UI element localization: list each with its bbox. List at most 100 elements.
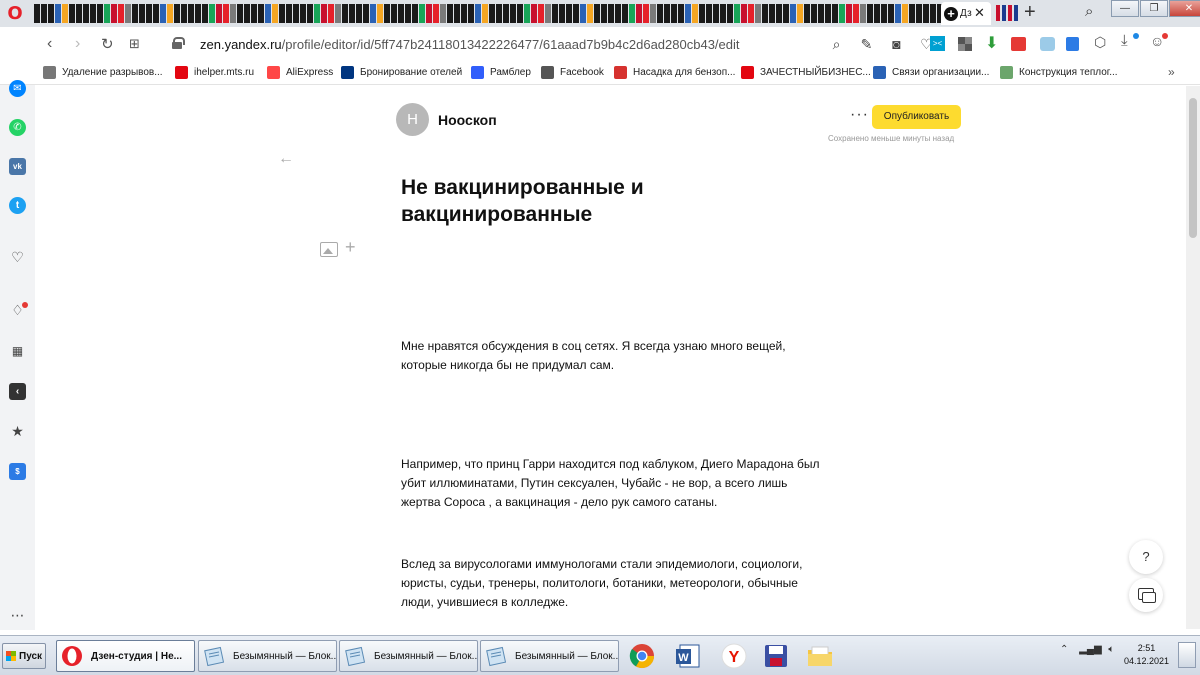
tab-favicon[interactable] <box>762 4 768 23</box>
tab-close-icon[interactable]: ✕ <box>974 5 985 21</box>
volume-icon[interactable]: 🔈︎ <box>1108 644 1114 655</box>
tab-favicon[interactable] <box>293 4 299 23</box>
taskbar-item[interactable]: Безымянный — Блок... <box>198 640 337 672</box>
yandex-browser-icon[interactable]: Y <box>720 642 748 670</box>
tab-favicon[interactable] <box>370 4 376 23</box>
tab-favicon[interactable] <box>909 4 915 23</box>
tab-favicons-extra[interactable] <box>996 5 1020 21</box>
network-icon[interactable]: ▂▄▆ <box>1079 644 1101 655</box>
tab-favicon[interactable] <box>62 4 68 23</box>
tab-favicon[interactable] <box>202 4 208 23</box>
tab-favicon[interactable] <box>741 4 747 23</box>
tab-favicon[interactable] <box>412 4 418 23</box>
tab-favicon[interactable] <box>209 4 215 23</box>
tab-favicon[interactable] <box>846 4 852 23</box>
article-title[interactable]: Не вакцинированные и вакцинированные <box>401 174 721 228</box>
tab-favicon[interactable] <box>727 4 733 23</box>
tab-favicon[interactable] <box>790 4 796 23</box>
tab-favicon[interactable] <box>545 4 551 23</box>
tab-favicon[interactable] <box>251 4 257 23</box>
bookmark-item[interactable]: Связи организации... <box>873 66 989 79</box>
tab-favicon[interactable] <box>811 4 817 23</box>
tab-favicon[interactable] <box>90 4 96 23</box>
tab-favicon[interactable] <box>734 4 740 23</box>
edit-icon[interactable]: ✎ <box>858 36 875 53</box>
search-icon[interactable]: ⌕ <box>828 36 845 53</box>
tab-favicon[interactable] <box>279 4 285 23</box>
tab-favicon[interactable] <box>706 4 712 23</box>
tab-favicon[interactable] <box>503 4 509 23</box>
tab-favicon[interactable] <box>48 4 54 23</box>
tab-favicon[interactable] <box>342 4 348 23</box>
tab-favicon[interactable] <box>139 4 145 23</box>
downloads-icon[interactable]: ⤓ <box>1121 32 1128 49</box>
tab-favicon[interactable] <box>482 4 488 23</box>
tab-favicon[interactable] <box>391 4 397 23</box>
tab-favicon[interactable] <box>839 4 845 23</box>
tab-favicon[interactable] <box>748 4 754 23</box>
tab-favicon[interactable] <box>685 4 691 23</box>
bookmark-item[interactable]: Удаление разрывов... <box>43 66 163 79</box>
tab-favicon[interactable] <box>881 4 887 23</box>
tab-favicon[interactable] <box>797 4 803 23</box>
back-icon[interactable]: ‹ <box>47 35 52 53</box>
tab-favicon[interactable] <box>216 4 222 23</box>
tab-favicon[interactable] <box>678 4 684 23</box>
word-icon[interactable]: W <box>674 642 702 670</box>
page-scrollbar[interactable] <box>1186 86 1200 629</box>
tab-favicon[interactable] <box>419 4 425 23</box>
lock-icon[interactable] <box>172 37 185 49</box>
tab-favicon[interactable] <box>300 4 306 23</box>
tab-search-icon[interactable]: ⌕ <box>1085 3 1093 20</box>
bookmark-item[interactable]: Facebook <box>541 66 604 79</box>
insert-image-icon[interactable] <box>320 242 338 257</box>
vpn-sidebar-icon[interactable]: $ <box>9 463 26 480</box>
add-block-icon[interactable]: + <box>345 237 356 258</box>
tab-favicon[interactable] <box>181 4 187 23</box>
tab-favicon[interactable] <box>566 4 572 23</box>
tray-expand-icon[interactable]: ⌃ <box>1060 644 1068 655</box>
forward-icon[interactable]: › <box>75 35 80 53</box>
close-window-button[interactable]: ✕ <box>1169 0 1200 17</box>
tab-favicon[interactable] <box>447 4 453 23</box>
tab-favicon[interactable] <box>97 4 103 23</box>
adblock-extension-icon[interactable] <box>1011 37 1026 51</box>
tab-favicons-strip[interactable] <box>34 4 949 23</box>
tab-favicon[interactable] <box>874 4 880 23</box>
tab-favicon[interactable] <box>167 4 173 23</box>
channel-avatar[interactable]: Н <box>396 103 429 136</box>
tab-favicon[interactable] <box>657 4 663 23</box>
tab-favicon[interactable] <box>83 4 89 23</box>
tab-favicon[interactable] <box>104 4 110 23</box>
tab-favicon[interactable] <box>398 4 404 23</box>
tab-favicon[interactable] <box>286 4 292 23</box>
tab-favicon[interactable] <box>321 4 327 23</box>
tab-favicon[interactable] <box>475 4 481 23</box>
bookmark-item[interactable]: Насадка для бензоп... <box>614 66 735 79</box>
scrollbar-thumb[interactable] <box>1189 98 1197 238</box>
reload-icon[interactable]: ↻ <box>101 35 114 53</box>
bookmark-item[interactable]: Рамблер <box>471 66 531 79</box>
taskbar-item[interactable]: Безымянный — Блок... <box>480 640 619 672</box>
tab-favicon[interactable] <box>356 4 362 23</box>
tab-favicon[interactable] <box>860 4 866 23</box>
vpn-extension-icon[interactable] <box>1066 37 1079 51</box>
tab-favicon[interactable] <box>426 4 432 23</box>
tab-favicon[interactable] <box>307 4 313 23</box>
opera-menu-button[interactable]: O <box>0 0 30 27</box>
tab-favicon[interactable] <box>468 4 474 23</box>
article-paragraph[interactable]: Например, что принц Гарри находится под … <box>401 455 821 512</box>
taskbar-item[interactable]: Безымянный — Блок... <box>339 640 478 672</box>
tab-favicon[interactable] <box>776 4 782 23</box>
tab-favicon[interactable] <box>517 4 523 23</box>
tab-favicon[interactable] <box>608 4 614 23</box>
tab-favicon[interactable] <box>433 4 439 23</box>
tab-favicon[interactable] <box>160 4 166 23</box>
tab-favicon[interactable] <box>41 4 47 23</box>
tab-favicon[interactable] <box>454 4 460 23</box>
tab-favicon[interactable] <box>580 4 586 23</box>
translate-extension-icon[interactable]: >< <box>930 36 945 51</box>
more-options-button[interactable]: ··· <box>850 106 869 124</box>
history-icon[interactable]: ‹ <box>9 383 26 400</box>
tab-favicon[interactable] <box>153 4 159 23</box>
